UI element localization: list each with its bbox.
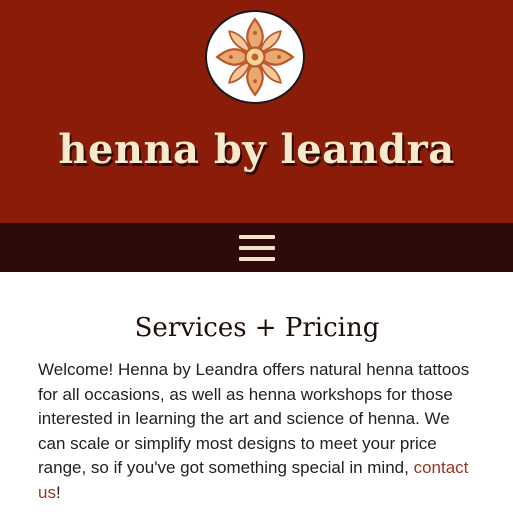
nav-bar	[0, 223, 513, 272]
hamburger-line	[238, 256, 275, 261]
intro-text: Welcome! Henna by Leandra offers natural…	[38, 360, 470, 477]
hamburger-line	[238, 234, 275, 239]
page-title: Services + Pricing	[134, 313, 380, 343]
henna-flower-icon	[215, 17, 295, 97]
site-title[interactable]: henna by leandra	[0, 126, 513, 173]
site-header: henna by leandra	[0, 0, 513, 223]
hamburger-line	[238, 245, 275, 250]
intro-paragraph: Welcome! Henna by Leandra offers natural…	[38, 358, 476, 505]
main-content: Services + Pricing Welcome! Henna by Lea…	[0, 310, 513, 505]
site-logo[interactable]	[205, 10, 305, 104]
hamburger-menu-icon[interactable]	[238, 234, 275, 261]
intro-end: !	[55, 482, 61, 502]
